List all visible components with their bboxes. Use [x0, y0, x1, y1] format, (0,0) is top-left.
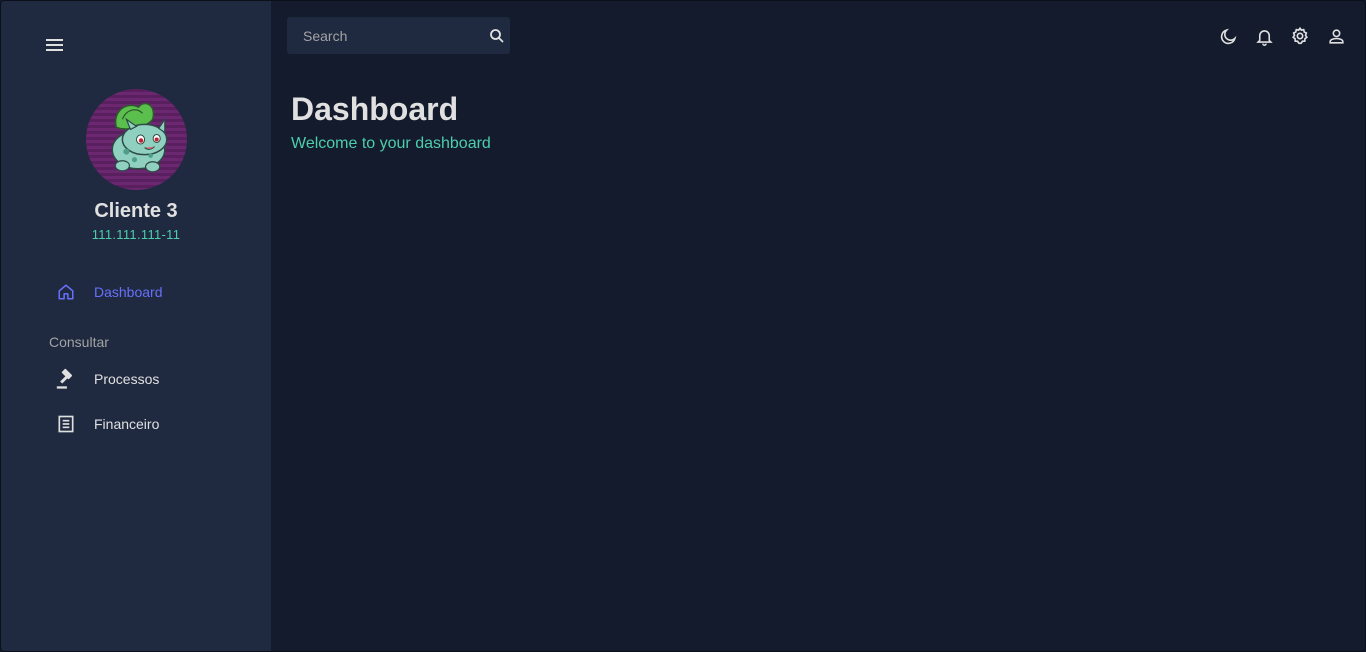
sidebar-item-dashboard[interactable]: Dashboard [49, 277, 249, 307]
sidebar-item-financeiro[interactable]: Financeiro [49, 409, 249, 439]
search-bar [287, 17, 510, 54]
user-name: Cliente 3 [94, 200, 178, 222]
user-id: 111.111.111-11 [91, 227, 181, 242]
avatar [86, 89, 187, 190]
search-input[interactable] [287, 17, 484, 54]
search-icon[interactable] [484, 17, 510, 54]
sidebar-item-processos[interactable]: Processos [49, 364, 249, 394]
gavel-icon [49, 367, 83, 391]
page-title: Dashboard [291, 91, 459, 127]
gear-icon[interactable] [1289, 23, 1311, 49]
sidebar-item-label: Processos [94, 371, 160, 387]
main-content: Dashboard Welcome to your dashboard [271, 1, 1365, 651]
sidebar-item-label: Dashboard [94, 284, 163, 300]
moon-icon[interactable] [1217, 23, 1239, 49]
section-label-consultar: Consultar [49, 334, 109, 350]
bell-icon[interactable] [1253, 23, 1275, 49]
avatar-image [111, 102, 168, 173]
receipt-icon [49, 412, 83, 436]
user-icon[interactable] [1325, 23, 1347, 49]
menu-toggle-icon[interactable] [44, 35, 66, 55]
sidebar-item-label: Financeiro [94, 416, 160, 432]
app-window: Cliente 3 111.111.111-11 Dashboard Consu… [0, 0, 1366, 652]
sidebar: Cliente 3 111.111.111-11 Dashboard Consu… [1, 1, 271, 651]
page-subtitle: Welcome to your dashboard [291, 135, 491, 152]
topbar-icons [1217, 23, 1347, 49]
home-icon [49, 280, 83, 304]
